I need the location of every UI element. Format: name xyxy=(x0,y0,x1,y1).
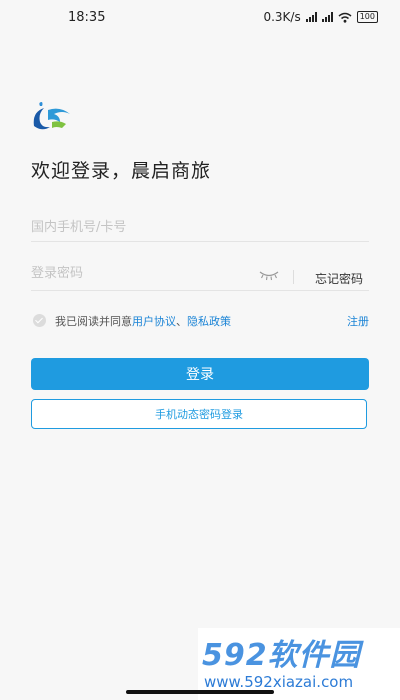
welcome-title: 欢迎登录，晨启商旅 xyxy=(31,160,212,182)
app-logo-icon xyxy=(33,102,70,130)
battery-icon: 100 xyxy=(356,11,378,23)
divider xyxy=(293,270,294,284)
signal-icon xyxy=(321,12,333,22)
home-indicator[interactable] xyxy=(126,690,274,694)
agreement-prefix: 我已阅读并同意 xyxy=(55,315,132,328)
agreement-checkbox[interactable] xyxy=(33,314,46,327)
status-bar: 18:35 0.3K/s 100 xyxy=(0,0,400,34)
user-agreement-link[interactable]: 用户协议 xyxy=(132,315,176,328)
agreement-row: 我已阅读并同意用户协议、隐私政策 注册 xyxy=(31,312,369,330)
status-indicators: 0.3K/s 100 xyxy=(263,10,378,24)
signal-icon xyxy=(305,12,317,22)
network-speed: 0.3K/s xyxy=(263,10,301,24)
status-time: 18:35 xyxy=(68,10,106,25)
agreement-separator: 、 xyxy=(176,315,187,328)
agreement-text: 我已阅读并同意用户协议、隐私政策 xyxy=(55,313,231,329)
password-row: 忘记密码 xyxy=(31,262,369,291)
privacy-policy-link[interactable]: 隐私政策 xyxy=(187,315,231,328)
watermark-brand: 592软件园 xyxy=(202,638,361,673)
wifi-icon xyxy=(338,12,352,23)
password-input[interactable] xyxy=(31,262,251,284)
forgot-password-link[interactable]: 忘记密码 xyxy=(315,270,363,287)
watermark-url: www.592xiazai.com xyxy=(204,673,354,691)
login-button[interactable]: 登录 xyxy=(31,358,369,390)
phone-input[interactable] xyxy=(31,213,369,242)
eye-closed-icon[interactable] xyxy=(259,269,279,281)
register-link[interactable]: 注册 xyxy=(347,313,369,329)
sms-login-button[interactable]: 手机动态密码登录 xyxy=(31,399,367,429)
